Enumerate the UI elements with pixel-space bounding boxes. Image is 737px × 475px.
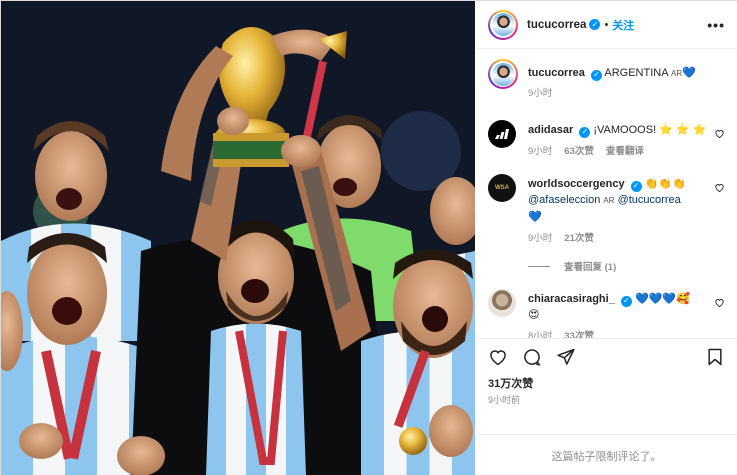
author-avatar[interactable] [488, 9, 518, 40]
verified-badge-icon: ✓ [589, 19, 601, 30]
comment-text-emoji: 😍 [528, 309, 540, 321]
comment-text: 💙💙💙🥰 [634, 293, 690, 305]
caption-author-avatar[interactable] [488, 59, 518, 89]
blue-heart-icon: 💙 [682, 67, 696, 79]
post-side-panel: tucucorrea ✓ • 关注 ••• tucucorrea ✓ ARGEN… [476, 1, 737, 475]
adidas-logo-icon [495, 129, 509, 139]
verified-badge-icon: ✓ [590, 69, 602, 81]
comment-likes[interactable]: 33次赞 [564, 329, 594, 338]
replies-divider [528, 265, 550, 267]
post-timestamp: 9小时前 [488, 395, 521, 405]
share-send-icon[interactable] [556, 347, 576, 367]
mention-link[interactable]: @afaseleccion [528, 194, 600, 206]
like-comment-heart-icon[interactable] [714, 182, 725, 193]
comment-likes[interactable]: 63次赞 [564, 144, 594, 160]
verified-badge-icon: ✓ [620, 295, 632, 307]
see-translation-button[interactable]: 查看翻译 [606, 144, 644, 160]
comment-username[interactable]: worldsoccergency [528, 178, 625, 190]
comment-text: ¡VAMOOOS! ⭐ ⭐ ⭐ [593, 124, 707, 136]
caption-row: tucucorrea ✓ ARGENTINA AR💙 9小时 [488, 59, 725, 102]
comment-username[interactable]: chiaracasiraghi_ [528, 293, 615, 305]
comment-row: chiaracasiraghi_ ✓ 💙💙💙🥰 😍 8小时 33次赞 [488, 289, 725, 339]
clapping-emoji: 👏👏👏 [644, 178, 686, 190]
comment-username[interactable]: adidasar [528, 124, 573, 136]
verified-badge-icon: ✓ [579, 126, 591, 138]
comments-list[interactable]: tucucorrea ✓ ARGENTINA AR💙 9小时 adidasar … [476, 49, 737, 339]
verified-badge-icon: ✓ [630, 180, 642, 192]
blue-heart-icon: 💙 [528, 211, 542, 223]
post-header: tucucorrea ✓ • 关注 ••• [476, 1, 737, 49]
comment-row: adidasar ✓ ¡VAMOOOS! ⭐ ⭐ ⭐ 9小时 63次赞 查看翻译 [488, 120, 725, 160]
comment-time: 9小时 [528, 146, 553, 157]
separator-dot: • [604, 18, 609, 31]
argentina-flag-icon: AR [603, 196, 615, 205]
comment-time: 9小时 [528, 233, 553, 244]
post-actions-bar [476, 339, 737, 375]
instagram-post-modal: tucucorrea ✓ • 关注 ••• tucucorrea ✓ ARGEN… [0, 0, 737, 475]
mention-link[interactable]: @tucucorrea [618, 194, 681, 206]
caption-text: ARGENTINA [604, 67, 668, 79]
comment-bubble-icon[interactable] [522, 347, 542, 367]
save-bookmark-icon[interactable] [705, 347, 725, 367]
comments-limited-notice: 这篇帖子限制评论了。 [476, 434, 737, 475]
comment-likes[interactable]: 21次赞 [564, 231, 594, 247]
post-photo[interactable] [1, 1, 475, 475]
chiaracasiraghi-avatar[interactable] [488, 289, 516, 317]
like-comment-heart-icon[interactable] [714, 297, 725, 308]
view-replies-button[interactable]: 查看回复 (1) [528, 259, 725, 273]
comment-row: WSA worldsoccergency ✓ 👏👏👏 @afaseleccion… [488, 174, 725, 247]
adidas-avatar[interactable] [488, 120, 516, 148]
like-comment-heart-icon[interactable] [714, 128, 725, 139]
like-heart-icon[interactable] [488, 347, 508, 367]
author-username[interactable]: tucucorrea [527, 19, 586, 31]
view-replies-label: 查看回复 (1) [564, 262, 617, 273]
likes-count[interactable]: 31万次赞 [476, 375, 737, 393]
worldsoccergency-avatar[interactable]: WSA [488, 174, 516, 202]
caption-username[interactable]: tucucorrea [528, 67, 585, 79]
more-options-icon[interactable]: ••• [707, 17, 725, 33]
follow-button[interactable]: 关注 [612, 17, 634, 33]
comment-time: 8小时 [528, 331, 553, 339]
celebration-photo-illustration [1, 1, 475, 475]
caption-time: 9小时 [528, 88, 553, 99]
argentina-flag-icon: AR [671, 69, 683, 78]
